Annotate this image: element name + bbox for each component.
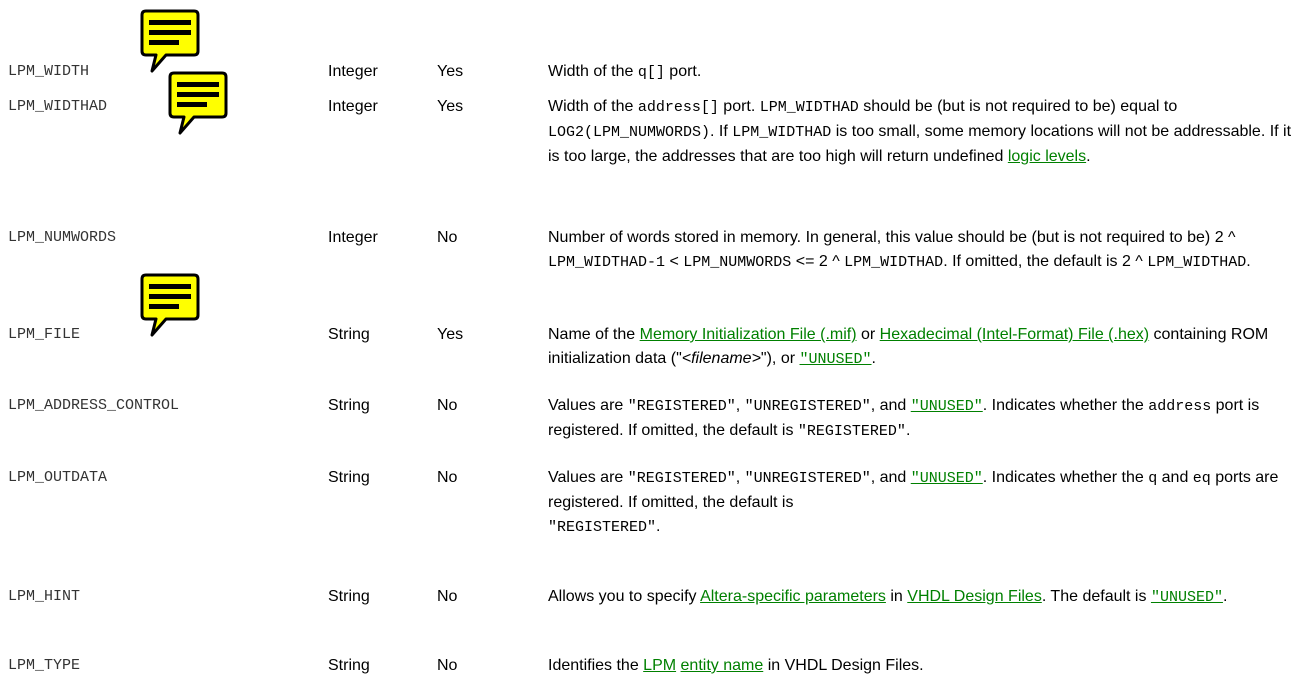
comment-note-icon[interactable] [138, 8, 200, 74]
comment-note-icon[interactable] [166, 70, 228, 136]
param-required: Yes [437, 98, 464, 115]
param-description: Number of words stored in memory. In gen… [548, 229, 1251, 271]
link-vhdl-design-files[interactable]: VHDL Design Files [907, 588, 1042, 605]
comment-note-icon[interactable] [138, 272, 200, 338]
param-required: No [437, 397, 458, 414]
param-name: LPM_ADDRESS_CONTROL [8, 397, 180, 414]
param-type: Integer [328, 98, 378, 115]
link-altera-specific-parameters[interactable]: Altera-specific parameters [700, 588, 886, 605]
param-description: Allows you to specify Altera-specific pa… [548, 588, 1228, 606]
param-description: Values are "REGISTERED", "UNREGISTERED",… [548, 397, 1260, 440]
param-required: Yes [437, 326, 464, 343]
link-lpm[interactable]: LPM [643, 657, 676, 674]
param-required: No [437, 588, 458, 605]
link-unused[interactable]: "UNUSED" [911, 470, 983, 487]
param-required: Yes [437, 63, 464, 80]
param-type: String [328, 397, 370, 414]
param-name: LPM_FILE [8, 326, 81, 343]
link-unused[interactable]: "UNUSED" [1151, 589, 1223, 606]
param-name: LPM_OUTDATA [8, 469, 108, 486]
link-hex-file[interactable]: Hexadecimal (Intel-Format) File (.hex) [880, 326, 1149, 343]
param-name: LPM_HINT [8, 588, 81, 605]
param-description: Values are "REGISTERED", "UNREGISTERED",… [548, 469, 1279, 536]
param-required: No [437, 229, 458, 246]
link-unused[interactable]: "UNUSED" [911, 398, 983, 415]
param-name: LPM_NUMWORDS [8, 229, 117, 246]
link-mif-file[interactable]: Memory Initialization File (.mif) [640, 326, 857, 343]
param-name: LPM_TYPE [8, 657, 81, 674]
param-type: String [328, 588, 370, 605]
param-required: No [437, 657, 458, 674]
param-description: Name of the Memory Initialization File (… [548, 326, 1269, 368]
link-unused[interactable]: "UNUSED" [800, 351, 872, 368]
link-entity-name[interactable]: entity name [681, 657, 764, 674]
param-required: No [437, 469, 458, 486]
param-type: Integer [328, 229, 378, 246]
param-type: String [328, 326, 370, 343]
param-type: Integer [328, 63, 378, 80]
param-type: String [328, 657, 370, 674]
param-name: LPM_WIDTH [8, 63, 90, 80]
link-logic-levels[interactable]: logic levels [1008, 148, 1086, 165]
param-description: Identifies the LPM entity name in VHDL D… [548, 657, 924, 674]
param-description: Width of the address[] port. LPM_WIDTHAD… [548, 98, 1292, 165]
param-type: String [328, 469, 370, 486]
param-description: Width of the q[] port. [548, 63, 702, 81]
param-name: LPM_WIDTHAD [8, 98, 108, 115]
